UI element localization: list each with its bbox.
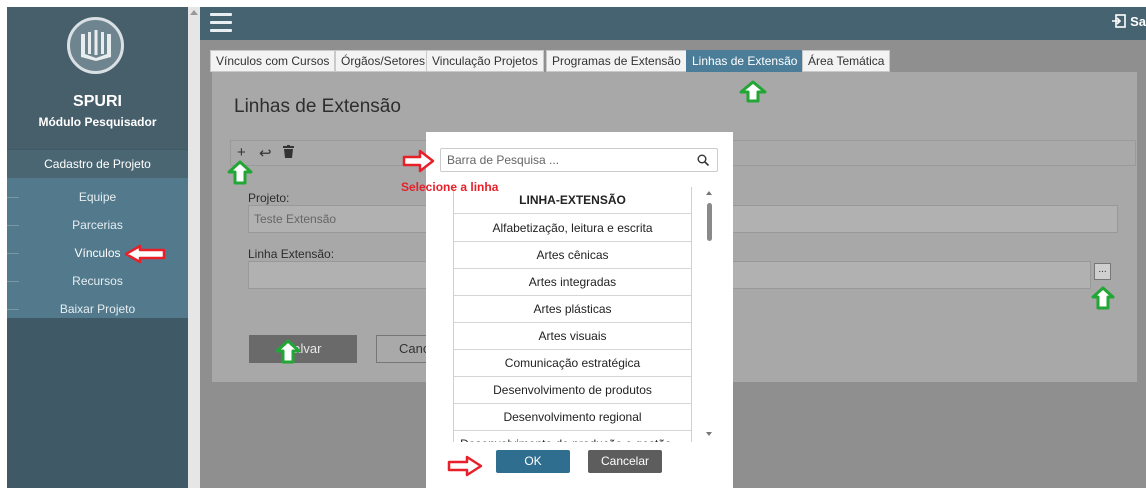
sidebar-item-equipe[interactable]: Equipe [7, 184, 188, 210]
green-up-arrow-icon [227, 160, 253, 185]
sidebar-item-label: Vínculos [74, 246, 121, 260]
exit-button[interactable]: Sa [1112, 14, 1146, 29]
hamburger-menu-icon[interactable] [210, 13, 232, 33]
sidebar-item-label: Parcerias [72, 218, 123, 232]
sidebar-item-label: Baixar Projeto [59, 302, 136, 316]
page-title: Linhas de Extensão [234, 96, 401, 117]
tab-linhas-extensao[interactable]: Linhas de Extensão [686, 50, 804, 72]
projeto-label: Projeto: [248, 191, 290, 205]
sign-out-icon [1112, 14, 1127, 28]
list-item[interactable]: Desenvolvimento regional [454, 404, 691, 431]
logo [67, 17, 124, 74]
green-up-arrow-icon [739, 80, 767, 103]
list-item[interactable]: Artes plásticas [454, 296, 691, 323]
lookup-button[interactable]: ... [1094, 263, 1111, 280]
green-up-arrow-icon [275, 339, 301, 364]
list-item[interactable]: Alfabetização, leitura e escrita [454, 215, 691, 242]
list-item[interactable]: Desenvolvimento de produtos [454, 377, 691, 404]
search-placeholder: Barra de Pesquisa ... [447, 153, 560, 167]
search-input[interactable]: Barra de Pesquisa ... [440, 148, 718, 172]
add-icon[interactable]: + [237, 144, 246, 161]
cancel-button[interactable]: Cancelar [588, 450, 662, 473]
app-name: SPURI [73, 93, 122, 110]
linha-extensao-list: LINHA-EXTENSÃO Alfabetização, leitura e … [453, 187, 692, 442]
sidebar-item-recursos[interactable]: Recursos [7, 268, 188, 294]
red-right-arrow-icon [402, 149, 435, 173]
tab-area-tematica[interactable]: Área Temática [802, 50, 891, 72]
tab-orgaos-setores[interactable]: Órgãos/Setores [335, 50, 432, 72]
list-item[interactable]: Artes visuais [454, 323, 691, 350]
module-name: Módulo Pesquisador [38, 115, 157, 129]
list-item[interactable]: Artes cênicas [454, 242, 691, 269]
trash-icon[interactable] [283, 145, 294, 162]
tab-programas-extensao[interactable]: Programas de Extensão [546, 50, 687, 72]
search-icon[interactable] [697, 149, 710, 172]
sidebar-item-parcerias[interactable]: Parcerias [7, 212, 188, 238]
green-up-arrow-icon [1091, 286, 1115, 310]
sidebar-header: SPURI Módulo Pesquisador [7, 7, 188, 149]
page-scrollbar[interactable] [188, 7, 200, 488]
list-item[interactable]: Artes integradas [454, 269, 691, 296]
annotation-note: Selecione a linha [401, 180, 499, 194]
sidebar-item-label: Equipe [78, 190, 117, 204]
list-item[interactable]: Desenvolvimento de produção e gestão ... [454, 431, 691, 442]
linha-extensao-label: Linha Extensão: [248, 247, 335, 261]
sidebar-item-baixar-projeto[interactable]: Baixar Projeto [7, 296, 188, 322]
tab-vinculacao-projetos[interactable]: Vinculação Projetos [426, 50, 544, 72]
list-scrollbar[interactable] [703, 187, 715, 442]
book-logo-icon [81, 30, 111, 61]
list-item[interactable]: Comunicação estratégica [454, 350, 691, 377]
ok-button[interactable]: OK [496, 450, 570, 473]
exit-label: Sa [1130, 14, 1146, 29]
sidebar-item-label: Recursos [72, 274, 123, 288]
undo-icon[interactable]: ↩ [259, 144, 272, 162]
red-left-arrow-icon [124, 244, 166, 264]
menu-cadastro-projeto[interactable]: Cadastro de Projeto [7, 150, 188, 178]
save-button[interactable]: Salvar [249, 335, 357, 363]
top-bar: Sa [200, 7, 1146, 40]
red-right-arrow-icon [447, 455, 483, 477]
tab-vinculos-cursos[interactable]: Vínculos com Cursos [210, 50, 336, 72]
